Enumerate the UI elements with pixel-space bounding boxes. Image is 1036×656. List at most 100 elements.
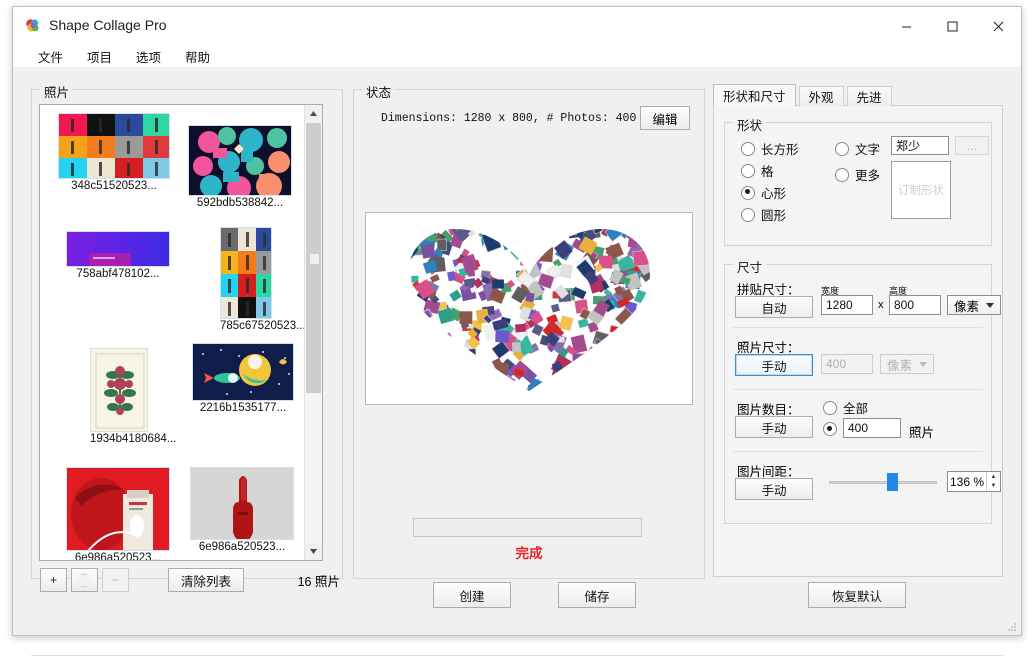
collage-width-input[interactable]: 1280 bbox=[821, 295, 873, 315]
collage-app-icon bbox=[25, 18, 41, 34]
chevron-down-icon bbox=[986, 303, 994, 308]
list-item[interactable]: 6e986a520523... bbox=[190, 467, 294, 553]
radio-label: 全部 bbox=[843, 398, 868, 417]
browse-button[interactable]: ... bbox=[955, 136, 989, 155]
heart-collage-preview bbox=[366, 213, 692, 404]
scrollbar-thumb[interactable] bbox=[306, 123, 321, 393]
radio-more[interactable]: 更多 bbox=[835, 165, 880, 184]
list-item[interactable]: 348c51520523... bbox=[58, 113, 170, 192]
radio-indicator bbox=[741, 164, 755, 178]
radio-all-photos[interactable]: 全部 bbox=[823, 398, 868, 417]
spacing-mode-button[interactable]: 手动 bbox=[735, 478, 813, 500]
radio-circle[interactable]: 圆形 bbox=[741, 205, 786, 224]
divider bbox=[733, 327, 983, 328]
tab-content: 形状 长方形 格 心形 圆形 bbox=[713, 105, 1003, 577]
list-item[interactable]: 6e986a520523... bbox=[66, 467, 170, 561]
list-item-filename: 785c67520523... bbox=[220, 320, 272, 332]
photo-size-mode-button[interactable]: 手动 bbox=[735, 354, 813, 376]
radio-indicator bbox=[741, 142, 755, 156]
title-bar: Shape Collage Pro bbox=[13, 7, 1021, 45]
menu-options[interactable]: 选项 bbox=[133, 46, 164, 67]
tab-advanced[interactable]: 先进 bbox=[847, 86, 892, 106]
photo-number-suffix: 照片 bbox=[909, 422, 934, 441]
photo-list[interactable]: 348c51520523... bbox=[39, 104, 323, 561]
progress-bar bbox=[413, 518, 642, 537]
close-button[interactable] bbox=[975, 7, 1021, 45]
remove-photo-button[interactable]: − bbox=[102, 568, 129, 592]
menu-project[interactable]: 项目 bbox=[84, 46, 115, 67]
scroll-down-button[interactable] bbox=[305, 543, 322, 560]
list-item-filename: 2216b1535177... bbox=[192, 402, 294, 414]
spacing-number: 136 bbox=[950, 475, 970, 489]
list-item-filename: 348c51520523... bbox=[58, 180, 170, 192]
edit-button[interactable]: 编辑 bbox=[640, 106, 690, 130]
thumbnail-image bbox=[59, 114, 170, 179]
status-panel: 状态 Dimensions: 1280 x 800, # Photos: 400… bbox=[353, 89, 705, 579]
spinner-down-button[interactable]: ▼ bbox=[987, 482, 1000, 492]
radio-label: 心形 bbox=[761, 183, 786, 202]
spacing-spinner[interactable]: 136 % ▲ ▼ bbox=[947, 471, 1001, 492]
divider bbox=[733, 389, 983, 390]
minimize-button[interactable] bbox=[883, 7, 929, 45]
window-title: Shape Collage Pro bbox=[49, 17, 167, 33]
photo-number-input[interactable]: 400 bbox=[843, 418, 901, 438]
list-item[interactable]: 785c67520523... bbox=[220, 227, 272, 332]
scrollbar-grip bbox=[309, 253, 320, 265]
radio-text[interactable]: 文字 bbox=[835, 139, 880, 158]
divider bbox=[733, 451, 983, 452]
thumbnail-image bbox=[67, 232, 170, 267]
shape-group-legend: 形状 bbox=[733, 115, 766, 134]
list-item-filename: 592bdb538842... bbox=[188, 197, 292, 209]
radio-indicator bbox=[823, 401, 837, 415]
radio-label: 格 bbox=[761, 161, 774, 180]
radio-heart[interactable]: 心形 bbox=[741, 183, 786, 202]
menu-file[interactable]: 文件 bbox=[35, 46, 66, 67]
photo-list-scrollbar[interactable] bbox=[304, 105, 322, 560]
save-button[interactable]: 储存 bbox=[558, 582, 636, 608]
spacing-value: 136 % bbox=[948, 475, 986, 489]
radio-photo-number[interactable] bbox=[823, 422, 837, 436]
photo-size-input[interactable]: 400 bbox=[821, 354, 873, 374]
tab-shape-and-size[interactable]: 形状和尺寸 bbox=[713, 84, 796, 106]
close-icon bbox=[993, 21, 1004, 32]
tab-appearance[interactable]: 外观 bbox=[799, 86, 844, 106]
list-item[interactable]: 592bdb538842... bbox=[188, 125, 292, 209]
custom-shape-dropzone[interactable]: 订制形状 bbox=[891, 161, 951, 219]
collage-size-mode-button[interactable]: 自动 bbox=[735, 296, 813, 318]
maximize-button[interactable] bbox=[929, 7, 975, 45]
photo-size-unit-select[interactable]: 像素 bbox=[880, 354, 934, 374]
clear-list-button[interactable]: 清除列表 bbox=[168, 568, 244, 592]
list-item[interactable]: 2216b1535177... bbox=[192, 343, 294, 414]
chevron-down-icon bbox=[919, 362, 927, 367]
radio-label: 长方形 bbox=[761, 139, 799, 158]
radio-rectangle[interactable]: 长方形 bbox=[741, 139, 799, 158]
collage-height-input[interactable]: 800 bbox=[889, 295, 941, 315]
list-item-filename: 6e986a520523... bbox=[190, 541, 294, 553]
menu-help[interactable]: 帮助 bbox=[182, 46, 213, 67]
thumbnail-image bbox=[191, 468, 294, 540]
thumbnail-image bbox=[91, 349, 148, 432]
list-item-filename: 6e986a520523... bbox=[66, 552, 170, 561]
application-window: Shape Collage Pro 文件 项目 选项 bbox=[12, 6, 1022, 636]
photo-count-mode-button[interactable]: 手动 bbox=[735, 416, 813, 438]
slider-knob[interactable] bbox=[887, 473, 898, 491]
resize-grip-icon[interactable] bbox=[1007, 622, 1017, 632]
radio-label: 更多 bbox=[855, 165, 880, 184]
spinner-up-button[interactable]: ▲ bbox=[987, 472, 1000, 482]
list-item[interactable]: 758abf478102... bbox=[66, 231, 170, 280]
reset-defaults-button[interactable]: 恢复默认 bbox=[808, 582, 906, 608]
add-photo-button[interactable]: + bbox=[40, 568, 67, 592]
scroll-up-button[interactable] bbox=[305, 105, 322, 122]
spacing-slider[interactable] bbox=[829, 473, 937, 491]
list-item[interactable]: 1934b4180684... bbox=[90, 348, 148, 445]
chevron-up-icon bbox=[309, 110, 318, 117]
create-button[interactable]: 创建 bbox=[433, 582, 511, 608]
shape-text-input[interactable]: 郑少 bbox=[891, 136, 949, 155]
radio-grid[interactable]: 格 bbox=[741, 161, 774, 180]
spacing-unit: % bbox=[973, 475, 984, 489]
thumbnail-image bbox=[193, 344, 294, 401]
add-from-web-button[interactable] bbox=[71, 568, 98, 592]
collage-preview[interactable] bbox=[365, 212, 693, 405]
collage-unit-select[interactable]: 像素 bbox=[947, 295, 1001, 315]
radio-indicator bbox=[741, 186, 755, 200]
